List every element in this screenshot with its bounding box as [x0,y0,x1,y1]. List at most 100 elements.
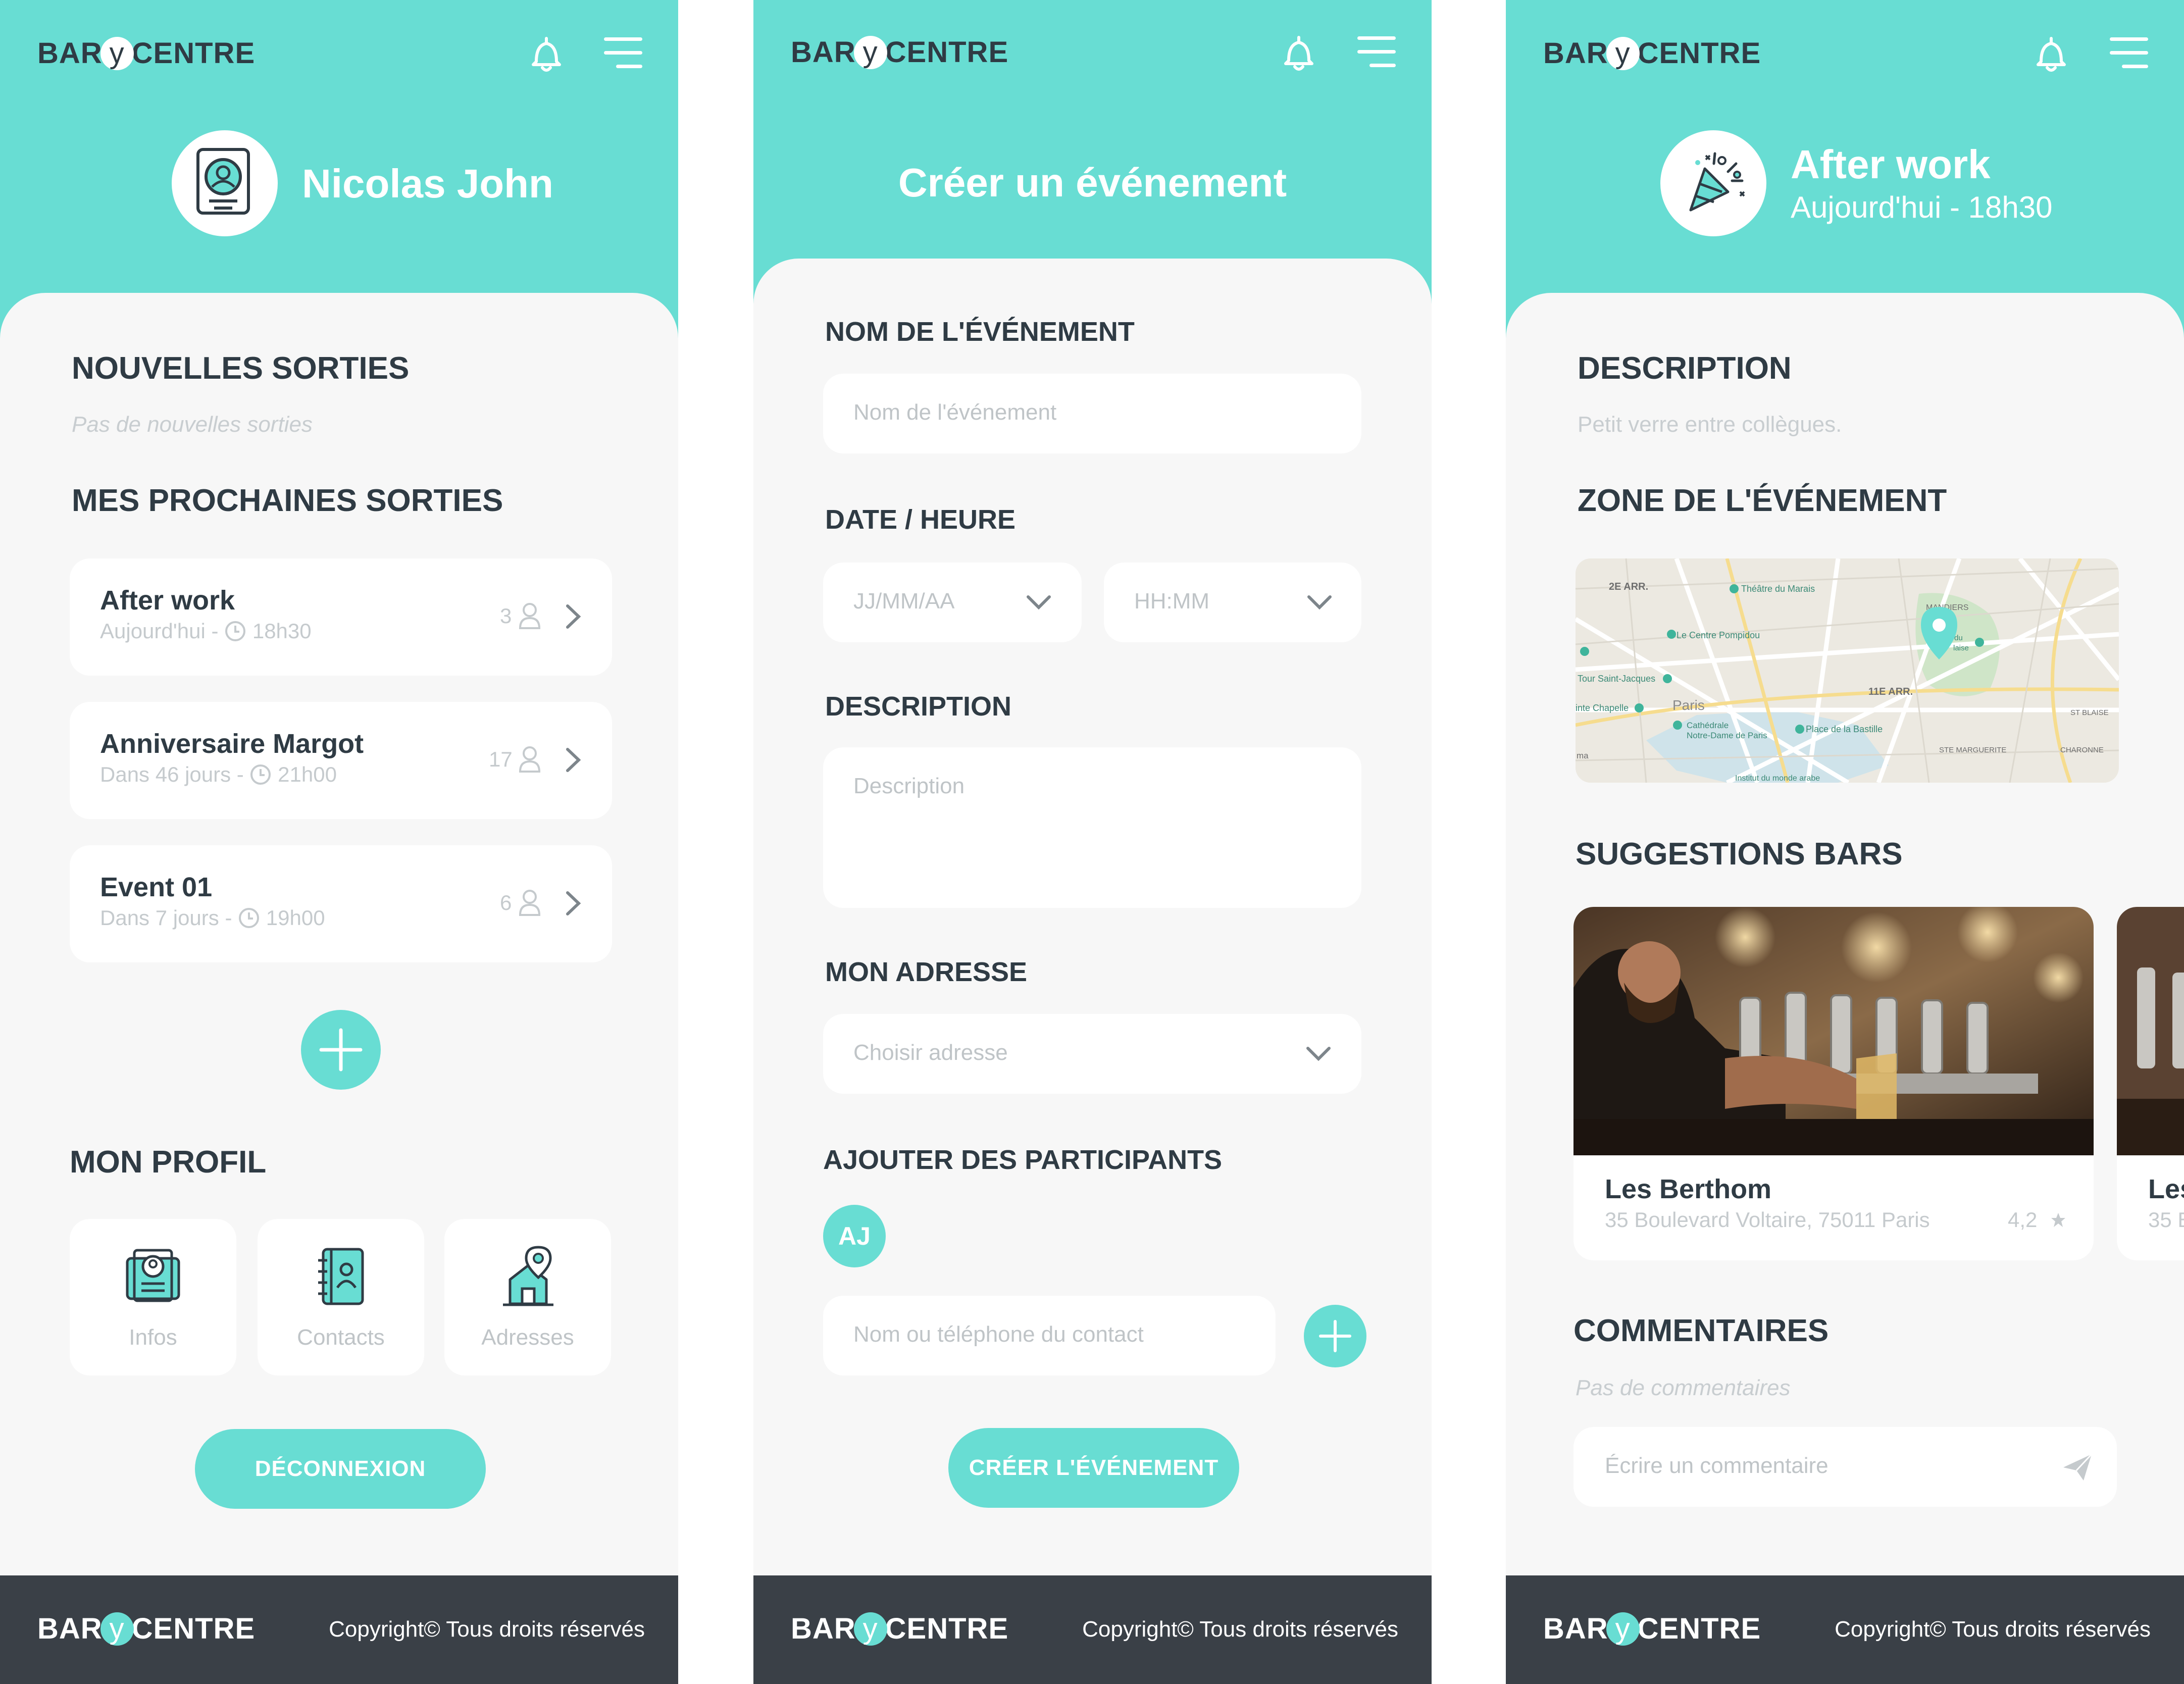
app-logo[interactable]: BAR y CENTRE [791,35,1008,71]
textarea-placeholder: Description [853,774,965,798]
home-location-icon [503,1246,553,1306]
map-label: Le Centre Pompidou [1677,630,1760,640]
tile-contacts[interactable]: Contacts [258,1219,424,1375]
chevron-right-icon[interactable] [565,746,582,774]
bar-card-les-partial[interactable]: Les 35 E [2117,907,2184,1260]
map-label: ma [1577,751,1589,760]
event-name-input[interactable]: Nom de l'événement [823,374,1361,453]
map-label: 2E ARR. [1609,581,1648,592]
party-popper-icon [1689,152,1745,212]
address-label: MON ADRESSE [825,957,1028,987]
app-logo[interactable]: BAR y CENTRE [37,36,255,72]
id-card-icon [126,1249,180,1302]
create-event-button[interactable]: CRÉER L'ÉVÉNEMENT [948,1428,1239,1508]
notifications-bell-icon[interactable] [2035,36,2067,73]
bar-photo [2117,907,2184,1155]
address-book-icon [318,1248,364,1305]
tile-label: Adresses [481,1325,574,1350]
event-card-after-work[interactable]: After work Aujourd'hui - 18h30 3 [70,558,612,676]
logo-dot: y [1606,1612,1640,1646]
notifications-bell-icon[interactable] [530,36,563,73]
contact-input[interactable]: Nom ou téléphone du contact [823,1296,1276,1375]
comments-title: COMMENTAIRES [1573,1313,1829,1348]
plus-icon [1319,1320,1351,1352]
date-select[interactable]: JJ/MM/AA [823,563,1082,642]
star-icon [2051,1213,2065,1227]
logo-text-right: CENTRE [131,1612,256,1645]
tile-infos[interactable]: Infos [70,1219,236,1375]
participant-count: 6 [500,891,512,914]
logout-button[interactable]: DÉCONNEXION [195,1429,486,1509]
description-text: Petit verre entre collègues. [1578,412,1842,437]
map-label: CHARONNE [2060,746,2104,754]
tile-label: Contacts [297,1325,385,1350]
footer-logo[interactable]: BAR y CENTRE [37,1612,255,1648]
logo-text-left: BAR [37,1612,103,1645]
logo-text-left: BAR [791,1612,856,1645]
clock-icon [250,764,271,785]
time-select[interactable]: HH:MM [1104,563,1361,642]
event-time: 18h30 [252,619,312,643]
chevron-right-icon[interactable] [565,603,582,630]
create-form [753,259,1432,1575]
footer: BAR y CENTRE Copyright© Tous droits réserv… [1506,1575,2184,1684]
bar-name: Les [2148,1174,2184,1204]
comments-empty: Pas de commentaires [1576,1375,1791,1400]
menu-burger-icon[interactable] [604,37,642,69]
description-label: DESCRIPTION [825,691,1012,722]
footer: BAR y CENTRE Copyright© Tous droits réserv… [0,1575,678,1684]
add-participant-button[interactable] [1304,1305,1366,1367]
profile-avatar [172,130,278,236]
map-label: 11E ARR. [1868,686,1913,697]
app-logo[interactable]: BAR y CENTRE [1543,36,1761,72]
footer-logo[interactable]: BAR y CENTRE [1543,1612,1761,1648]
logo-dot: y [100,36,134,70]
user-badge-icon [196,148,250,215]
date-placeholder: JJ/MM/AA [853,589,955,614]
tile-adresses[interactable]: Adresses [444,1219,611,1375]
chevron-right-icon[interactable] [565,890,582,917]
participants-label: AJOUTER DES PARTICIPANTS [823,1145,1223,1175]
footer-logo[interactable]: BAR y CENTRE [791,1612,1008,1648]
person-icon [519,603,541,629]
notifications-bell-icon[interactable] [1283,35,1315,72]
comment-input[interactable]: Écrire un commentaire [1573,1427,2117,1507]
create-event-screen: BAR y CENTRE Créer un événement NOM DE L'É… [753,0,1432,1684]
map-label: laise [1953,644,1969,652]
event-when: Dans 46 jours - [100,762,244,786]
logo-text-left: BAR [1543,37,1608,70]
bar-name: Les Berthom [1605,1174,1772,1204]
event-title: Anniversaire Margot [100,729,364,759]
logo-text-right: CENTRE [1637,37,1761,70]
profile-user-name: Nicolas John [302,161,553,206]
bar-card-les-berthom[interactable]: Les Berthom 35 Boulevard Voltaire, 75011… [1573,907,2094,1260]
event-time: 19h00 [266,906,325,930]
map-label: Institut du monde arabe [1735,774,1820,783]
address-placeholder: Choisir adresse [853,1040,1008,1065]
upcoming-outings-title: MES PROCHAINES SORTIES [72,483,503,518]
event-card-anniversaire[interactable]: Anniversaire Margot Dans 46 jours - 21h0… [70,702,612,819]
logo-dot: y [853,35,887,69]
comment-placeholder: Écrire un commentaire [1605,1453,1829,1478]
menu-burger-icon[interactable] [2110,37,2148,69]
participant-avatar[interactable]: AJ [823,1205,886,1267]
create-event-title: Créer un événement [898,160,1287,205]
bar-address: 35 E [2148,1208,2184,1232]
event-map[interactable]: 2E ARR. Théâtre du Marais MANDIERS Le Ce… [1576,558,2119,783]
logo-dot: y [1606,36,1640,70]
map-label: Paris [1672,697,1705,713]
footer: BAR y CENTRE Copyright© Tous droits réserv… [753,1575,1432,1684]
add-event-button[interactable] [301,1010,381,1090]
participant-count: 3 [500,604,512,628]
chevron-down-icon [1027,595,1051,610]
person-icon [519,746,541,773]
footer-copyright: Copyright© Tous droits réservés [1082,1617,1398,1642]
send-icon[interactable] [2061,1452,2094,1483]
event-name-label: NOM DE L'ÉVÉNEMENT [825,317,1135,347]
address-select[interactable]: Choisir adresse [823,1014,1361,1094]
event-card-event-01[interactable]: Event 01 Dans 7 jours - 19h00 6 [70,845,612,962]
description-textarea[interactable]: Description [823,747,1361,908]
menu-burger-icon[interactable] [1357,36,1396,68]
plus-icon [319,1028,363,1071]
new-outings-title: NOUVELLES SORTIES [72,351,410,386]
